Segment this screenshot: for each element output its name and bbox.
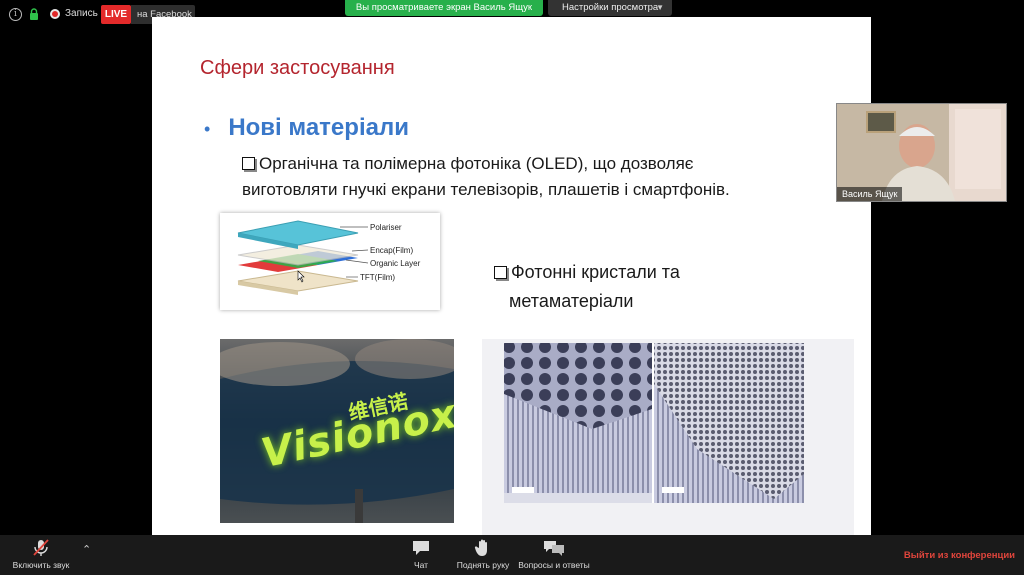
live-badge[interactable]: LIVE — [101, 5, 131, 24]
slide-title: Сфери застосування — [200, 57, 395, 79]
unmute-label: Включить звук — [12, 560, 70, 570]
checkbox-bullet-icon — [494, 266, 507, 279]
raise-hand-button[interactable]: Поднять руку — [452, 538, 514, 570]
bullet-dot-icon: • — [204, 119, 211, 139]
recording-icon — [50, 9, 60, 19]
bullet-text: Нові матеріали — [228, 114, 409, 141]
microphone-muted-icon — [33, 539, 49, 556]
participant-video-tile[interactable]: Василь Ящук — [836, 103, 1007, 202]
sub-bullet-oled: Органічна та полімерна фотоніка (OLED), … — [242, 151, 842, 203]
view-settings-label: Настройки просмотра — [562, 2, 659, 13]
oled-layer-label: TFT(Film) — [360, 273, 396, 282]
participant-name: Василь Ящук — [837, 187, 903, 201]
oled-layer-label: Organic Layer — [370, 259, 421, 268]
photonic-crystals-drawing — [504, 343, 804, 503]
sub-bullet-photonic-line-1: Фотонні кристали та — [511, 262, 680, 282]
chat-icon — [413, 541, 429, 555]
oled-layers-image: Polariser Encap(Film) Organic Layer TFT(… — [220, 213, 440, 310]
slide-bullet: • Нові матеріали — [204, 114, 409, 142]
photonic-crystals-image — [482, 339, 854, 535]
raise-hand-icon — [474, 539, 487, 556]
qa-icon — [544, 541, 564, 556]
qa-button[interactable]: Вопросы и ответы — [515, 538, 593, 570]
info-icon[interactable]: i — [9, 8, 22, 21]
recording-label: Запись — [65, 8, 98, 19]
checkbox-bullet-icon — [242, 157, 255, 170]
sub-bullet-photonic: Фотонні кристали та метаматеріали — [494, 258, 680, 316]
lock-icon[interactable] — [29, 8, 39, 20]
view-settings-button[interactable]: Настройки просмотра ▼ — [548, 0, 672, 16]
leave-meeting-button[interactable]: Выйти из конференции — [904, 550, 1015, 561]
qa-label: Вопросы и ответы — [518, 560, 590, 570]
unmute-button[interactable]: Включить звук — [6, 538, 76, 570]
oled-layer-label: Encap(Film) — [370, 246, 414, 255]
chat-button[interactable]: Чат — [406, 538, 436, 570]
sub-bullet-photonic-line-2: метаматеріали — [509, 291, 634, 311]
sub-bullet-line-1: Органічна та полімерна фотоніка (OLED), … — [259, 154, 694, 173]
chat-label: Чат — [413, 560, 429, 570]
screen-share-banner: Вы просматриваете экран Василь Ящук — [345, 0, 543, 16]
shared-screen-slide: Сфери застосування • Нові матеріали Орган… — [152, 17, 871, 535]
visionox-flexible-display-image: Visionox 维信诺 — [220, 339, 454, 523]
chevron-down-icon: ▼ — [656, 3, 664, 12]
sub-bullet-line-2: виготовляти гнучкі екрани телевізорів, п… — [242, 180, 730, 199]
meeting-toolbar: Включить звук ⌃ Чат Поднять руку Вопросы… — [0, 535, 1024, 575]
audio-options-chevron-icon[interactable]: ⌃ — [82, 543, 91, 556]
oled-layer-label: Polariser — [370, 223, 402, 232]
raise-hand-label: Поднять руку — [456, 560, 510, 570]
